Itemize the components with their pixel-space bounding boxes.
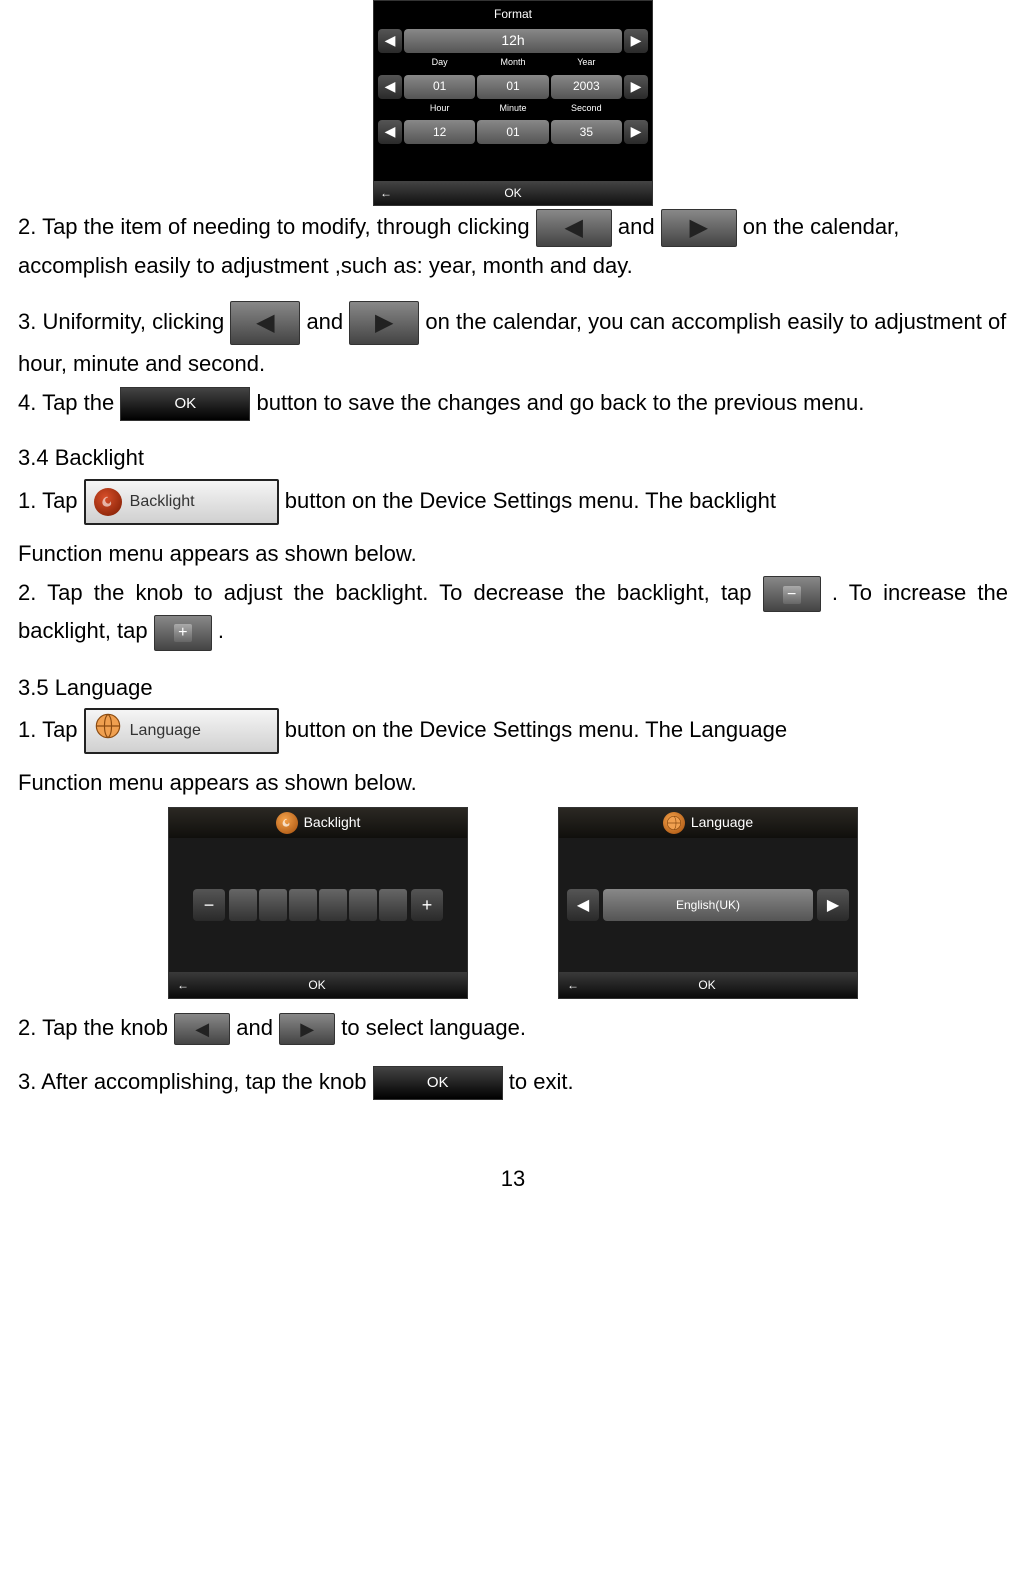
language-shot-title: Language [691, 811, 753, 835]
language-menu-button: Language [84, 708, 279, 754]
section-34-heading: 3.4 Backlight [18, 439, 1008, 476]
arrow-right-icon: ▶ [817, 889, 849, 921]
plus-icon: + [174, 624, 192, 642]
value-year: 2003 [551, 75, 622, 99]
arrow-left-icon: ◀ [536, 209, 612, 247]
ok-label: OK [504, 183, 521, 203]
section-35-step-3: 3. After accomplishing, tap the knob OK … [18, 1063, 1008, 1100]
backlight-level-bar [229, 889, 407, 921]
arrow-left-icon: ◀ [378, 120, 402, 144]
language-value: English(UK) [603, 889, 813, 921]
backlight-icon [276, 812, 298, 834]
back-arrow-icon: ← [177, 975, 189, 995]
page-number: 13 [18, 1160, 1008, 1197]
minus-button: − [763, 576, 821, 612]
ok-button-inline: OK [373, 1066, 503, 1100]
arrow-left-icon: ◀ [230, 301, 300, 345]
globe-icon [663, 812, 685, 834]
section-35-heading: 3.5 Language [18, 669, 1008, 706]
language-screenshot: Language ◀ English(UK) ▶ ← OK [558, 807, 858, 999]
arrow-right-icon: ▶ [624, 75, 648, 99]
backlight-icon [94, 488, 122, 516]
step-2-text: 2. Tap the item of needing to modify, th… [18, 208, 1008, 285]
label-day: Day [404, 55, 475, 70]
section-35-step-2: 2. Tap the knob ◀ and ▶ to select langua… [18, 1009, 1008, 1046]
value-hour: 12 [404, 120, 475, 144]
label-second: Second [551, 101, 622, 116]
minus-icon: − [783, 586, 801, 604]
section-35-step-1: 1. Tap Language button on the Device Set… [18, 708, 1008, 754]
ok-button-inline: OK [120, 387, 250, 421]
section-34-step-1: 1. Tap Backlight button on the Device Se… [18, 479, 1008, 525]
value-minute: 01 [477, 120, 548, 144]
section-34-step-2: 2. Tap the knob to adjust the backlight.… [18, 574, 1008, 650]
arrow-right-icon: ▶ [349, 301, 419, 345]
ok-label: OK [698, 975, 715, 995]
arrow-right-icon: ▶ [279, 1013, 335, 1045]
ok-label: OK [308, 975, 325, 995]
section-34-cont: Function menu appears as shown below. [18, 535, 1008, 572]
backlight-menu-button: Backlight [84, 479, 279, 525]
value-second: 35 [551, 120, 622, 144]
format-value: 12h [404, 29, 622, 53]
back-arrow-icon: ← [380, 183, 400, 203]
section-35-cont: Function menu appears as shown below. [18, 764, 1008, 801]
arrow-left-icon: ◀ [174, 1013, 230, 1045]
format-title: Format [378, 3, 648, 25]
backlight-shot-title: Backlight [304, 811, 361, 835]
backlight-label: Backlight [130, 488, 195, 515]
label-year: Year [551, 55, 622, 70]
arrow-left-icon: ◀ [378, 75, 402, 99]
arrow-right-icon: ▶ [624, 29, 648, 53]
globe-icon [94, 712, 122, 749]
arrow-right-icon: ▶ [624, 120, 648, 144]
value-month: 01 [477, 75, 548, 99]
plus-icon: + [411, 889, 443, 921]
back-arrow-icon: ← [567, 975, 579, 995]
arrow-left-icon: ◀ [378, 29, 402, 53]
step-4-text: 4. Tap the OK button to save the changes… [18, 384, 1008, 421]
value-day: 01 [404, 75, 475, 99]
format-settings-screenshot: Format ◀ 12h ▶ Day Month Year ◀ 01 01 20… [373, 0, 653, 206]
label-hour: Hour [404, 101, 475, 116]
plus-button: + [154, 615, 212, 651]
language-label: Language [130, 717, 201, 744]
label-minute: Minute [477, 101, 548, 116]
label-month: Month [477, 55, 548, 70]
minus-icon: − [193, 889, 225, 921]
arrow-left-icon: ◀ [567, 889, 599, 921]
backlight-screenshot: Backlight − + ← OK [168, 807, 468, 999]
step-3-text: 3. Uniformity, clicking ◀ and ▶ on the c… [18, 301, 1008, 382]
arrow-right-icon: ▶ [661, 209, 737, 247]
